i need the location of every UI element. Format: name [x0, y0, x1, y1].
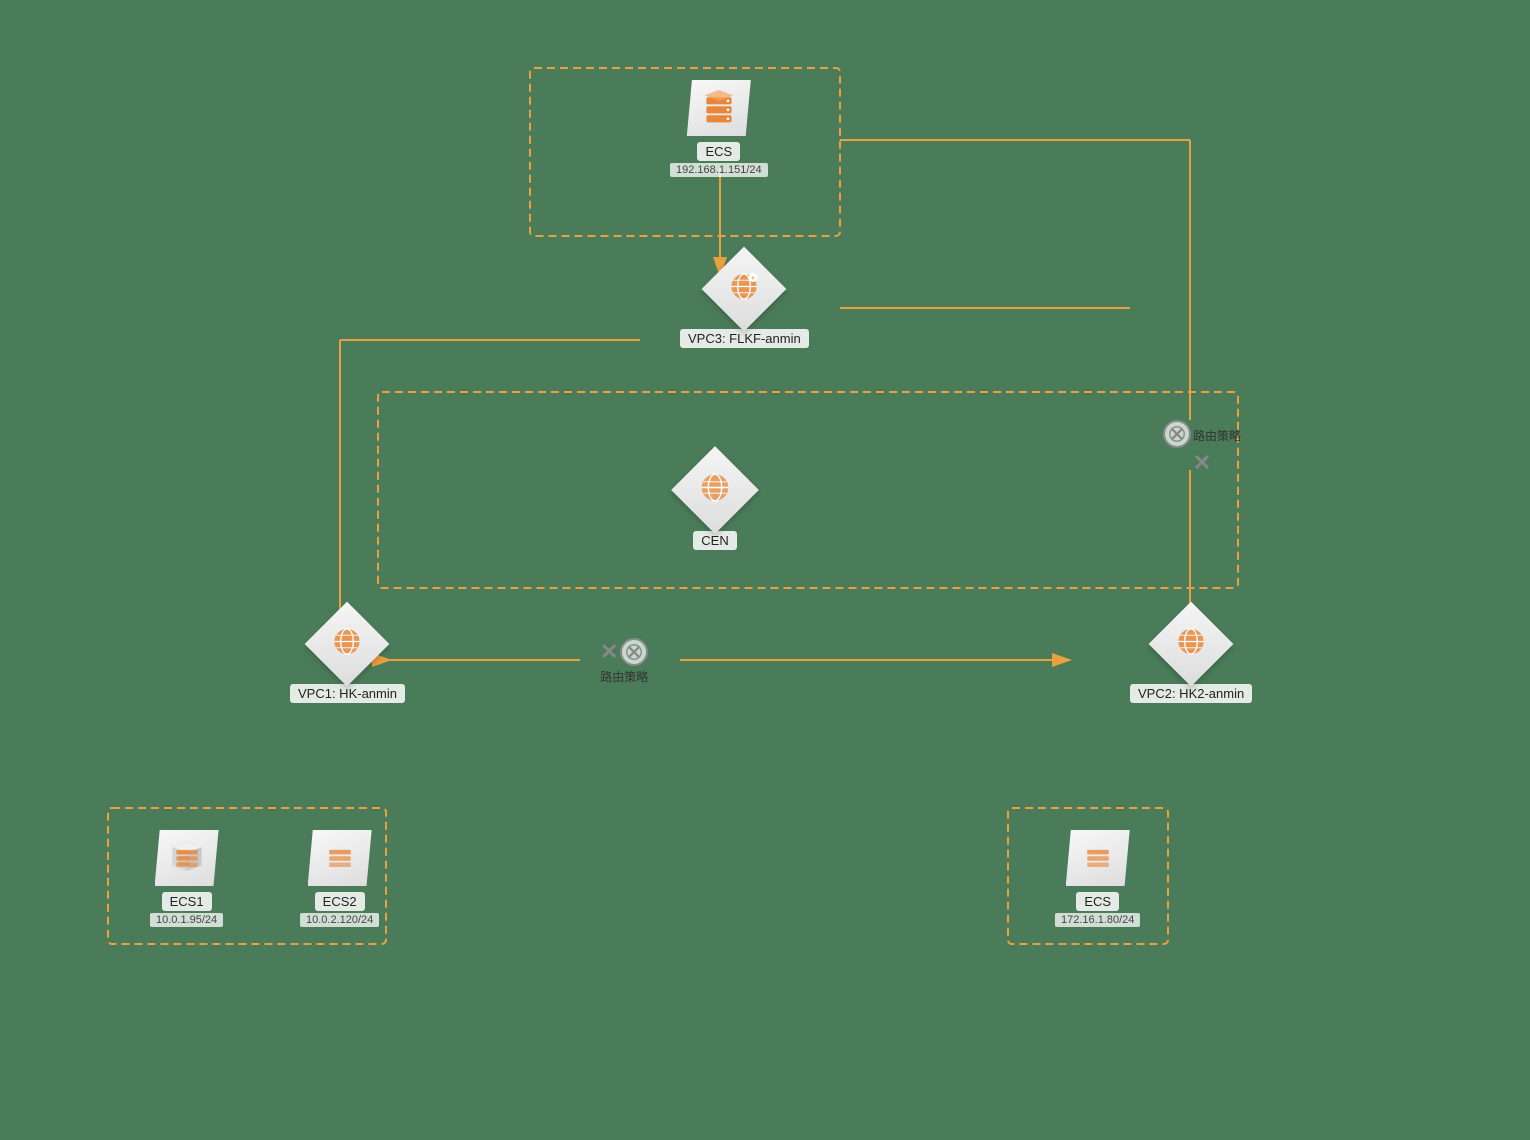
ecs-top-label: ECS: [697, 142, 740, 161]
vpc2-label: VPC2: HK2-anmin: [1130, 684, 1252, 703]
x-mark-right: ✕: [1193, 450, 1211, 476]
ecs-right-node[interactable]: ECS 172.16.1.80/24: [1055, 830, 1140, 927]
vpc2-node[interactable]: VPC2: HK2-anmin: [1130, 610, 1252, 703]
ecs-top-sublabel: 192.168.1.151/24: [670, 163, 768, 177]
route-circle-right: [1163, 420, 1191, 448]
x-mark-bottom: ✕: [600, 639, 618, 665]
ecs-right-icon: [1066, 830, 1130, 886]
route-circle-bottom: [620, 638, 648, 666]
ecs1-sublabel: 10.0.1.95/24: [150, 913, 223, 927]
ecs1-icon: [155, 830, 219, 886]
ecs-right-sublabel: 172.16.1.80/24: [1055, 913, 1140, 927]
route-policy-right: 路由策略 ✕: [1163, 420, 1241, 476]
cen-node[interactable]: CEN: [680, 455, 750, 550]
svg-text:+: +: [752, 275, 756, 282]
vpc3-node[interactable]: + VPC3: FLKF-anmin: [680, 255, 809, 348]
route-label-right: 路由策略: [1193, 427, 1241, 444]
ecs1-node[interactable]: ECS1 10.0.1.95/24: [150, 830, 223, 927]
ecs2-label: ECS2: [315, 892, 365, 911]
ecs-right-label: ECS: [1076, 892, 1119, 911]
ecs2-icon: [308, 830, 372, 886]
vpc1-label: VPC1: HK-anmin: [290, 684, 405, 703]
ecs-top-icon: [687, 80, 751, 136]
route-label-bottom: 路由策略: [600, 668, 648, 685]
ecs1-label: ECS1: [162, 892, 212, 911]
ecs2-node[interactable]: ECS2 10.0.2.120/24: [300, 830, 379, 927]
ecs-top-node[interactable]: ECS 192.168.1.151/24: [670, 80, 768, 177]
vpc3-label: VPC3: FLKF-anmin: [680, 329, 809, 348]
network-diagram: ECS 192.168.1.151/24 + VPC3: FLKF-anmin: [0, 0, 1530, 1140]
route-policy-bottom: ✕ 路由策略: [600, 638, 648, 685]
vpc1-node[interactable]: VPC1: HK-anmin: [290, 610, 405, 703]
ecs2-sublabel: 10.0.2.120/24: [300, 913, 379, 927]
